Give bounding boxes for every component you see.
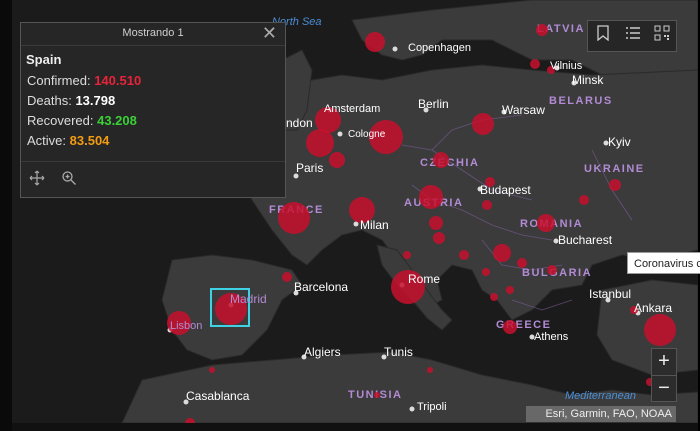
city-label-paris: Paris bbox=[296, 161, 323, 175]
stat-label: Deaths: bbox=[27, 93, 72, 108]
city-label-cologne: Cologne bbox=[348, 129, 386, 140]
city-dot bbox=[409, 406, 415, 412]
case-bubble bbox=[472, 113, 494, 135]
case-bubble bbox=[429, 216, 443, 230]
layer-tooltip: Coronavirus c bbox=[627, 252, 700, 274]
case-bubble bbox=[459, 250, 469, 260]
case-bubble bbox=[537, 214, 555, 232]
case-bubble bbox=[433, 152, 449, 168]
city-label-copenhagen: Copenhagen bbox=[408, 42, 471, 54]
city-label-istanbul: Istanbul bbox=[589, 287, 631, 301]
stat-label: Active: bbox=[27, 133, 67, 148]
case-bubble bbox=[306, 129, 334, 157]
city-label-bucharest: Bucharest bbox=[558, 233, 613, 247]
city-label-tunis: Tunis bbox=[384, 345, 413, 359]
case-bubble bbox=[374, 392, 380, 398]
case-bubble bbox=[282, 272, 292, 282]
case-bubble bbox=[482, 268, 490, 276]
case-bubble bbox=[493, 244, 511, 262]
zoom-in-button[interactable]: + bbox=[652, 349, 676, 376]
city-label-budapest: Budapest bbox=[480, 183, 531, 197]
city-label-london: ndon bbox=[286, 116, 313, 130]
qr-icon[interactable] bbox=[651, 25, 673, 47]
case-bubble bbox=[209, 367, 215, 373]
city-label-berlin: Berlin bbox=[418, 97, 449, 111]
zoom-to-icon[interactable] bbox=[61, 170, 77, 191]
stat-recovered: Recovered: 43.208 bbox=[27, 113, 285, 129]
popup-header: Mostrando 1 ✕ bbox=[21, 23, 285, 46]
stat-confirmed: Confirmed: 140.510 bbox=[27, 73, 285, 89]
map-toolbar bbox=[587, 20, 677, 52]
city-label-lisbon: Lisbon bbox=[170, 320, 202, 332]
popup-footer bbox=[21, 161, 285, 198]
case-bubble bbox=[365, 32, 385, 52]
case-bubble bbox=[403, 251, 411, 259]
city-label-tripoli: Tripoli bbox=[417, 401, 447, 413]
city-label-rome: Rome bbox=[408, 272, 440, 286]
city-label-amsterdam: Amsterdam bbox=[324, 103, 380, 115]
case-bubble bbox=[278, 202, 310, 234]
zoom-controls: + − bbox=[651, 348, 677, 402]
city-dot bbox=[392, 46, 398, 52]
case-bubble bbox=[547, 265, 557, 275]
list-icon[interactable] bbox=[622, 25, 644, 47]
sea-label-med: Mediterranean bbox=[565, 390, 636, 402]
popup-country: Spain bbox=[26, 52, 62, 67]
city-label-ankara: Ankara bbox=[634, 301, 672, 315]
city-label-athens: Athens bbox=[534, 331, 569, 343]
city-label-algiers: Algiers bbox=[304, 345, 341, 359]
case-bubble bbox=[644, 314, 676, 346]
move-icon[interactable] bbox=[29, 170, 45, 191]
popup-title: Mostrando 1 bbox=[122, 27, 184, 39]
case-bubble bbox=[503, 320, 517, 334]
case-bubble bbox=[482, 200, 492, 210]
left-edge bbox=[0, 0, 12, 431]
stat-value-recovered: 43.208 bbox=[97, 113, 137, 128]
case-bubble bbox=[419, 185, 443, 209]
stat-value-active: 83.504 bbox=[69, 133, 110, 148]
case-bubble bbox=[427, 367, 433, 373]
city-label-madrid: Madrid bbox=[230, 292, 267, 306]
city-label-casablanca: Casablanca bbox=[186, 389, 250, 403]
city-label-barcelona: Barcelona bbox=[294, 280, 348, 294]
country-label-bulgaria: BULGARIA bbox=[522, 267, 592, 279]
stat-label: Recovered: bbox=[27, 113, 94, 128]
stat-value-confirmed: 140.510 bbox=[94, 73, 142, 88]
stat-label: Confirmed: bbox=[27, 73, 91, 88]
case-bubble bbox=[506, 286, 514, 294]
case-bubble bbox=[329, 152, 345, 168]
case-bubble bbox=[536, 24, 548, 36]
city-label-kyiv: Kyiv bbox=[608, 135, 631, 149]
country-label-czechia: CZECHIA bbox=[420, 157, 479, 169]
zoom-out-button[interactable]: − bbox=[652, 376, 676, 402]
stat-deaths: Deaths: 13.798 bbox=[27, 93, 285, 109]
city-label-milan: Milan bbox=[360, 218, 389, 232]
country-label-ukraine: UKRAINE bbox=[584, 163, 645, 175]
bookmark-icon[interactable] bbox=[592, 25, 614, 47]
case-bubble bbox=[490, 293, 498, 301]
stat-value-deaths: 13.798 bbox=[75, 93, 116, 108]
city-label-warsaw: Warsaw bbox=[502, 103, 545, 117]
city-label-minsk: Minsk bbox=[572, 73, 604, 87]
case-bubble bbox=[579, 195, 589, 205]
case-bubble bbox=[517, 258, 527, 268]
case-bubble bbox=[530, 59, 540, 69]
stat-active: Active: 83.504 bbox=[27, 133, 285, 149]
case-bubble bbox=[609, 179, 621, 191]
close-icon[interactable]: ✕ bbox=[262, 24, 277, 42]
map-attribution: Esri, Garmin, FAO, NOAA bbox=[526, 406, 676, 422]
bottom-edge bbox=[12, 423, 698, 431]
city-label-vilnius: Vilnius bbox=[550, 60, 583, 72]
country-label-belarus: BELARUS bbox=[549, 95, 613, 107]
app-frame: North Sea Mediterranean LATVIA BELARUS C… bbox=[0, 0, 700, 431]
city-dot bbox=[337, 131, 343, 137]
info-popup: Mostrando 1 ✕ Spain Confirmed: 140.510 D… bbox=[20, 22, 286, 198]
case-bubble bbox=[433, 232, 445, 244]
